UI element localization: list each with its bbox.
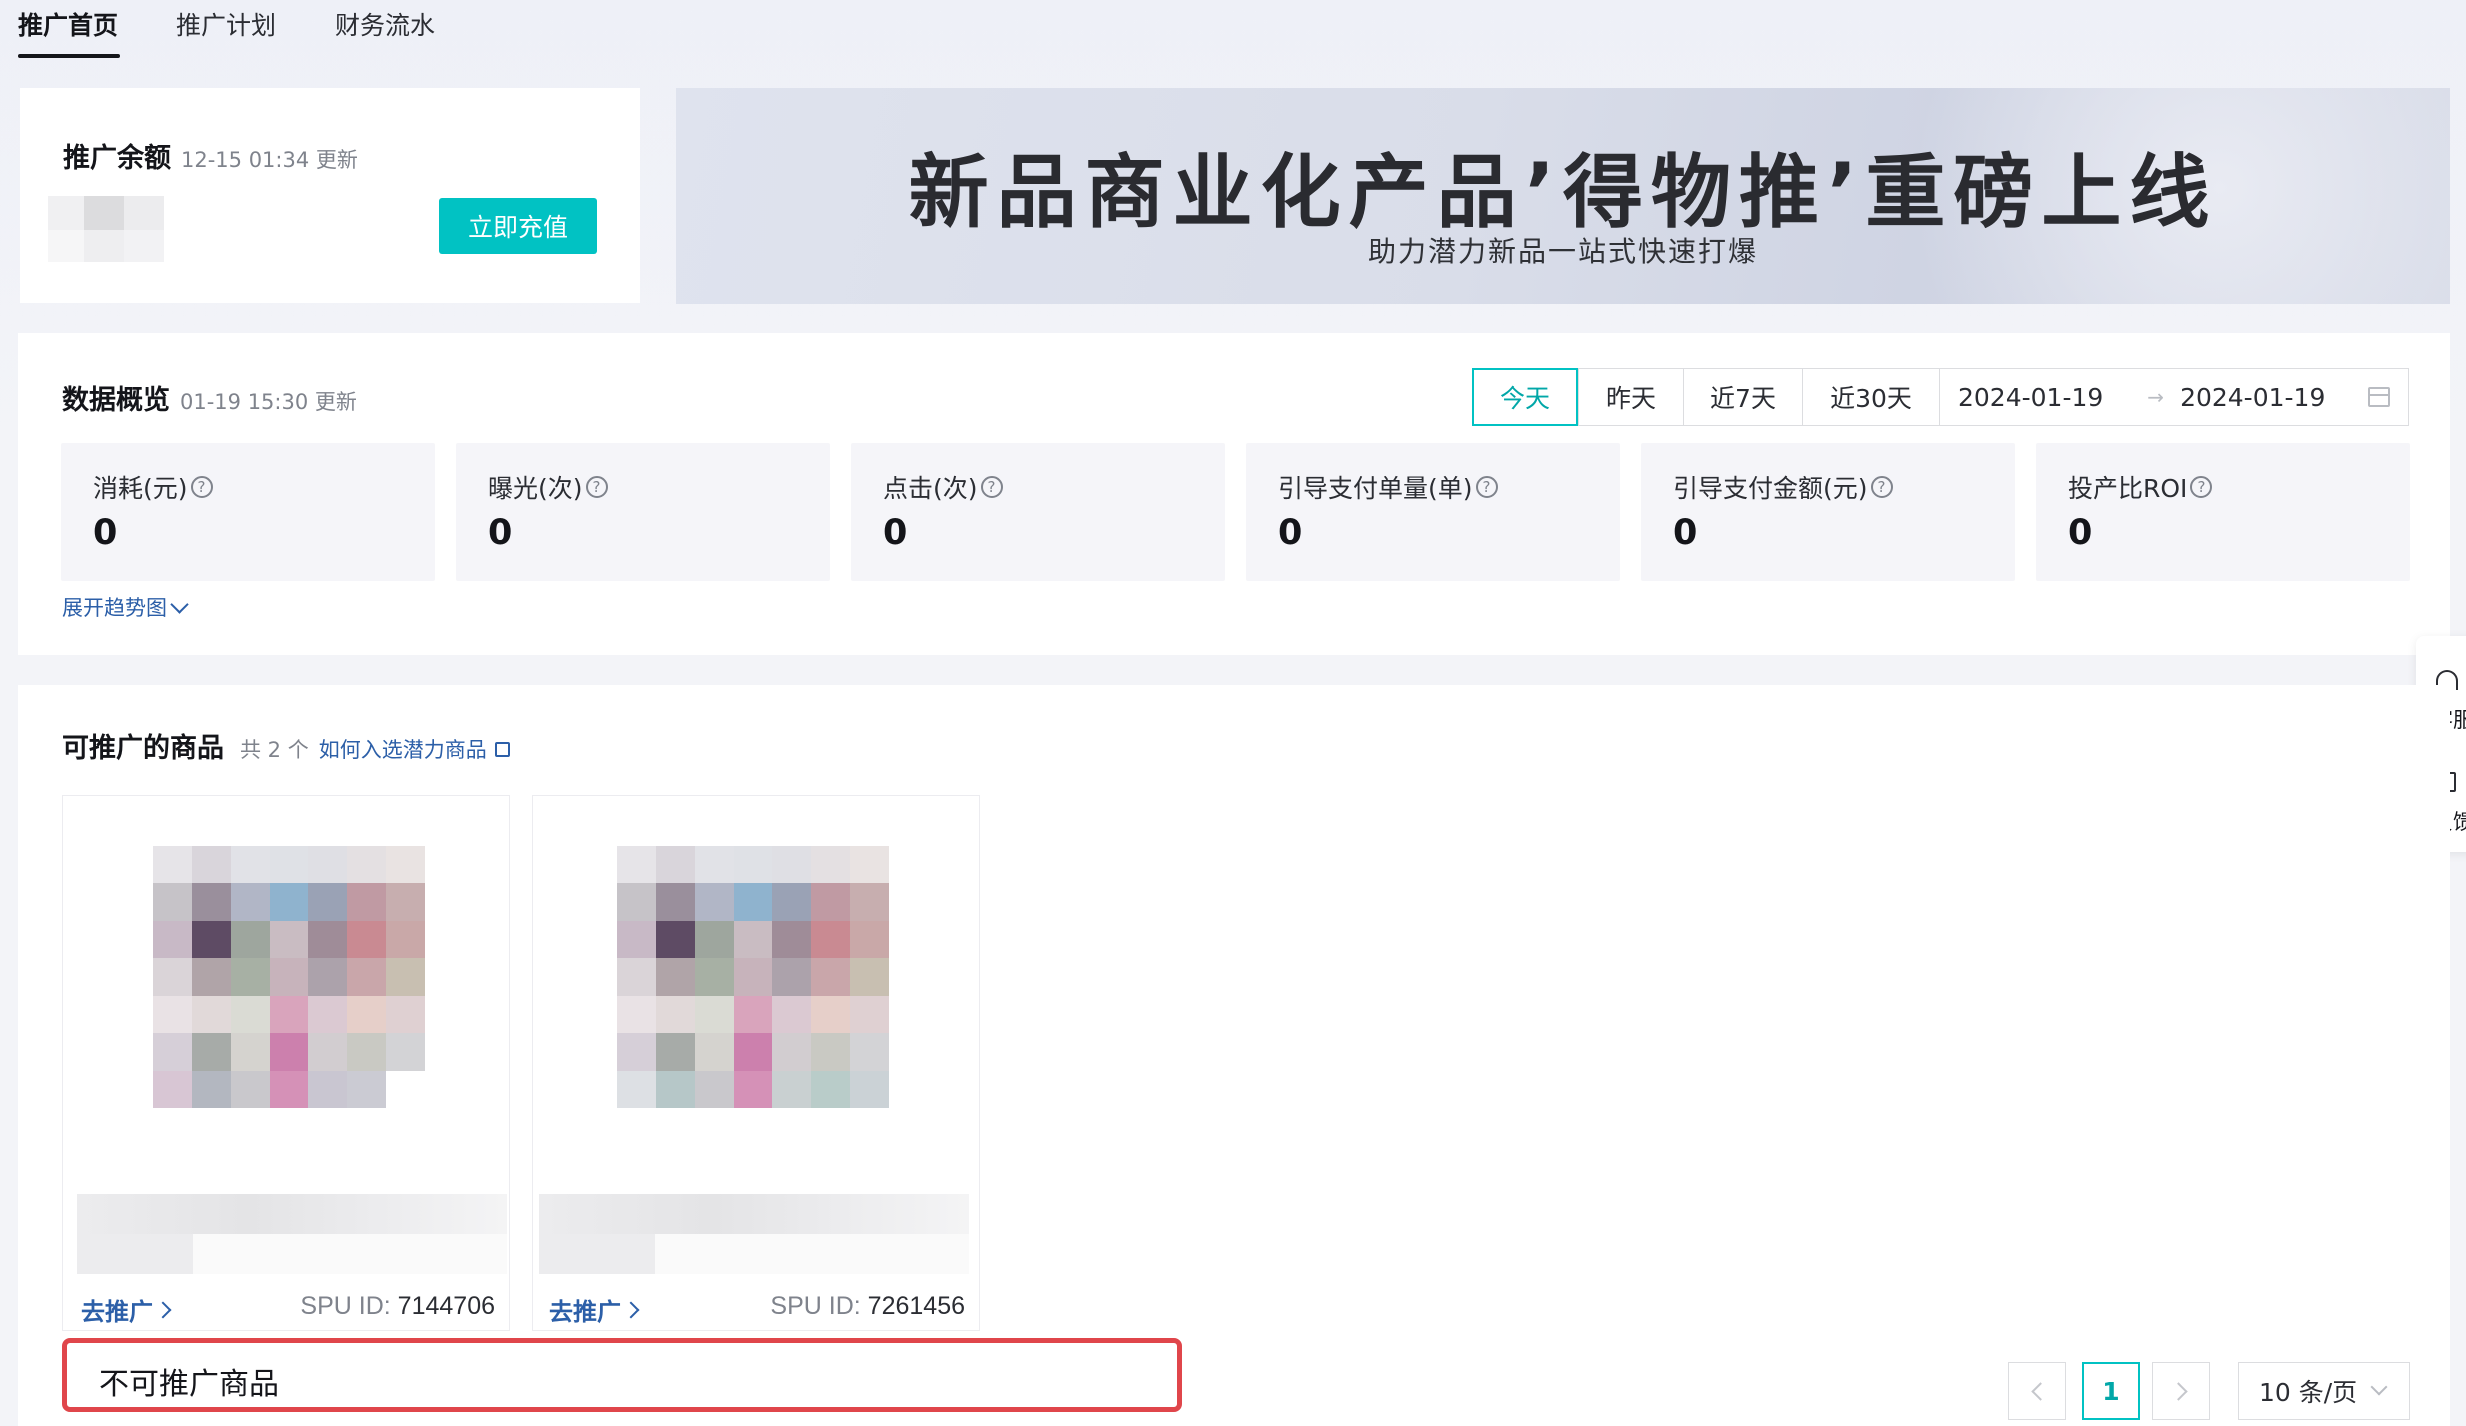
metric-label: 引导支付单量(单) [1278,474,1473,503]
non-promotable-products-section[interactable]: 不可推广商品 [62,1338,1182,1412]
prev-page-button[interactable] [2008,1362,2066,1420]
question-icon[interactable]: ? [1475,476,1498,498]
tab-promotion-plan[interactable]: 推广计划 [176,6,276,42]
page-size-value: 10 条/页 [2259,1378,2358,1407]
product-name-blurred [539,1194,969,1278]
calendar-icon [2368,387,2390,407]
date-separator: → [2147,385,2165,409]
date-start: 2024-01-19 [1958,382,2104,412]
promo-banner[interactable]: 新品商业化产品’得物推’重磅上线 助力潜力新品一站式快速打爆 [676,88,2450,304]
metric-impressions: 曝光(次)? 0 [456,443,830,581]
range-7days-button[interactable]: 近7天 [1683,368,1803,426]
spu-id: 7261456 [867,1292,965,1320]
banner-subtitle: 助力潜力新品一站式快速打爆 [1367,235,1758,268]
question-icon[interactable]: ? [585,476,608,498]
product-image-blurred [153,846,425,1108]
spu-id: 7144706 [397,1292,495,1320]
expand-trend-label: 展开趋势图 [62,596,167,620]
chevron-right-icon [622,1301,640,1318]
banner-title: 新品商业化产品’得物推’重磅上线 [908,146,2218,239]
metric-value: 0 [488,513,513,553]
balance-card: 推广余额 12-15 01:34 更新 立即充值 [20,88,640,303]
balance-amount-blurred [48,196,218,266]
metric-label: 投产比ROI [2068,474,2188,503]
metric-cost: 消耗(元)? 0 [61,443,435,581]
metric-label: 点击(次) [883,474,978,503]
recharge-button[interactable]: 立即充值 [439,198,597,254]
range-yesterday-button[interactable]: 昨天 [1578,368,1684,426]
metric-value: 0 [1673,513,1698,553]
chevron-left-icon [2030,1381,2050,1401]
tab-promotion-home[interactable]: 推广首页 [18,6,118,42]
promote-link[interactable]: 去推广 [549,1292,640,1327]
metric-order-amount: 引导支付金额(元)? 0 [1641,443,2015,581]
chevron-right-icon [154,1301,172,1318]
date-range-picker[interactable]: 2024-01-19 → 2024-01-19 [1939,368,2409,426]
next-page-button[interactable] [2152,1362,2210,1420]
spu-label: SPU ID: [770,1292,861,1320]
promote-label: 去推广 [81,1298,153,1326]
metric-value: 0 [2068,513,2093,553]
product-name-blurred [77,1194,507,1278]
date-end: 2024-01-19 [2180,382,2326,412]
question-icon[interactable]: ? [190,476,213,498]
metric-order-count: 引导支付单量(单)? 0 [1246,443,1620,581]
chevron-down-icon [170,594,189,614]
products-title: 可推广的商品 [62,733,224,764]
chevron-down-icon [2370,1378,2388,1396]
product-image-blurred [617,846,889,1108]
external-link-icon[interactable] [494,742,510,757]
page-1-button[interactable]: 1 [2082,1362,2140,1420]
metric-value: 0 [1278,513,1303,553]
metric-roi: 投产比ROI? 0 [2036,443,2410,581]
tab-finance-flow[interactable]: 财务流水 [335,6,435,42]
product-card[interactable]: 去推广 SPU ID: 7261456 [532,795,980,1331]
product-card[interactable]: 去推广 SPU ID: 7144706 [62,795,510,1331]
overview-title: 数据概览 [62,385,170,416]
chevron-right-icon [2168,1381,2188,1401]
question-icon[interactable]: ? [2190,476,2213,498]
metric-value: 0 [93,513,118,553]
expand-trend-link[interactable]: 展开趋势图 [62,592,189,622]
active-tab-indicator [18,54,120,58]
help-link[interactable]: 如何入选潜力商品 [319,734,487,764]
non-promotable-label: 不可推广商品 [99,1367,279,1402]
metric-value: 0 [883,513,908,553]
products-count: 共 2 个 [240,738,309,762]
metric-label: 引导支付金额(元) [1673,474,1868,503]
metric-clicks: 点击(次)? 0 [851,443,1225,581]
metric-label: 消耗(元) [93,474,188,503]
spu-label: SPU ID: [300,1292,391,1320]
range-30days-button[interactable]: 近30天 [1802,368,1940,426]
balance-updated-time: 12-15 01:34 更新 [181,148,358,172]
promote-link[interactable]: 去推广 [81,1292,172,1327]
overview-updated-time: 01-19 15:30 更新 [180,390,357,414]
metric-label: 曝光(次) [488,474,583,503]
range-today-button[interactable]: 今天 [1472,368,1578,426]
promote-label: 去推广 [549,1298,621,1326]
question-icon[interactable]: ? [980,476,1003,498]
page-size-select[interactable]: 10 条/页 [2238,1362,2410,1420]
question-icon[interactable]: ? [1870,476,1893,498]
balance-title: 推广余额 [63,143,171,174]
